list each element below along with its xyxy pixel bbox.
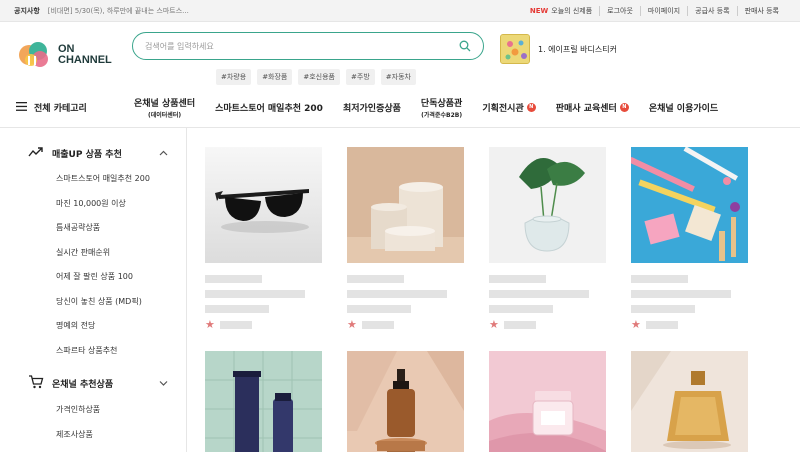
ranking-text: 1. 에이프릴 바디스티커 [538,44,617,54]
search-box [132,32,484,60]
product-card[interactable] [347,351,464,452]
star-icon: ★ [205,318,215,331]
logo-line2: CHANNEL [58,54,112,66]
product-image-cosmetic-tubes[interactable] [205,351,322,452]
product-image-perfume[interactable] [631,351,748,452]
product-price-placeholder [489,305,553,313]
new-badge: N [526,103,536,112]
search-tag[interactable]: #화장품 [257,69,293,85]
product-grid: ★ ★ ★ ★ [187,128,800,452]
product-image-dropper-bottle[interactable] [347,351,464,452]
sidebar-item[interactable]: 스파르타 상품추천 [56,345,186,370]
product-price-placeholder [631,305,695,313]
notice-text[interactable]: [비대면] 5/30(목), 하루만에 끝내는 스마트스... [48,6,189,16]
star-icon: ★ [347,318,357,331]
sidebar-item[interactable]: 스마트스토어 매일추천 200 [56,173,186,198]
product-rating: ★ [631,319,748,330]
nav-item-product-center[interactable]: 온채널 상품센터 (데이터센터) [134,96,195,119]
search-tag[interactable]: #호신용품 [298,69,341,85]
logo[interactable]: ON CHANNEL [16,40,132,70]
product-image-cream-jar[interactable] [489,351,606,452]
product-name-placeholder [205,275,262,283]
product-image-sunglasses[interactable] [205,147,322,263]
product-card[interactable] [489,351,606,452]
top-links: NEW 오늘의 신제품 로그아웃 마이페이지 공급사 등록 판매사 등록 [523,5,786,16]
mypage-link[interactable]: 마이페이지 [639,5,687,16]
product-card[interactable] [631,351,748,452]
logout-link[interactable]: 로그아웃 [599,5,640,16]
product-price-placeholder [205,305,269,313]
product-card[interactable] [205,351,322,452]
sidebar-item[interactable]: 틈새공략상품 [56,222,186,247]
sidebar-section-recommended[interactable]: 온채널 추천상품 [28,375,186,392]
product-price-placeholder [347,305,411,313]
product-name-placeholder [489,275,546,283]
search-input[interactable] [145,41,425,51]
nav-item-exhibition[interactable]: 기획전시관 N [482,101,536,114]
sidebar-item[interactable]: 당신이 놓친 상품 (MD픽) [56,296,186,321]
ranking-thumbnail [500,34,530,64]
product-name-placeholder [205,290,305,298]
sidebar-section-sales-up[interactable]: 매출UP 상품 추천 [28,146,186,161]
product-card[interactable]: ★ [205,147,322,330]
product-rating: ★ [347,319,464,330]
sidebar-item[interactable]: 가격인하상품 [56,404,186,429]
new-products-link[interactable]: NEW 오늘의 신제품 [523,6,599,16]
product-rating: ★ [205,319,322,330]
search-tags: #차량용 #화장품 #호신용품 #주방 #자동차 [216,69,484,85]
product-name-placeholder [347,275,404,283]
product-image-pedestals[interactable] [347,147,464,263]
search-tag[interactable]: #자동차 [380,69,416,85]
new-badge: N [619,103,629,112]
product-name-placeholder [347,290,447,298]
ranking-ticker[interactable]: 1. 에이프릴 바디스티커 [500,34,617,64]
sidebar-item[interactable]: 어제 잘 팔린 상품 100 [56,271,186,296]
main-content: 매출UP 상품 추천 스마트스토어 매일추천 200 마진 10,000원 이상… [0,128,800,452]
supplier-register-link[interactable]: 공급사 등록 [687,5,736,16]
sidebar-item[interactable]: 명예의 전당 [56,320,186,345]
nav-item-exclusive[interactable]: 단독상품관 (가격준수B2B) [421,96,462,119]
search-tag[interactable]: #주방 [346,69,375,85]
product-image-toothbrushes[interactable] [631,147,748,263]
product-name-placeholder [631,290,731,298]
nav-item-education[interactable]: 판매사 교육센터 N [556,101,629,114]
chevron-up-icon[interactable] [159,149,168,159]
product-rating: ★ [489,319,606,330]
product-name-placeholder [631,275,688,283]
main-nav: 전체 카테고리 온채널 상품센터 (데이터센터) 스마트스토어 매일추천 200 … [0,88,800,128]
product-image-plant-vase[interactable] [489,147,606,263]
all-categories-button[interactable]: 전체 카테고리 [16,101,134,114]
chevron-down-icon[interactable] [159,379,168,389]
nav-item-lowest-price[interactable]: 최저가인증상품 [343,101,401,114]
cart-icon [28,375,44,392]
search-tag[interactable]: #차량용 [216,69,252,85]
trend-up-icon [28,146,44,161]
sidebar-item[interactable]: 제조사상품 [56,429,186,452]
header: ON CHANNEL #차량용 #화장품 #호신용품 #주방 #자동차 [0,22,800,88]
logo-icon [16,40,52,70]
top-bar: 공지사항 [비대면] 5/30(목), 하루만에 끝내는 스마트스... NEW… [0,0,800,22]
star-icon: ★ [489,318,499,331]
product-card[interactable]: ★ [631,147,748,330]
search-icon[interactable] [459,37,471,56]
product-card[interactable]: ★ [489,147,606,330]
product-name-placeholder [489,290,589,298]
sidebar: 매출UP 상품 추천 스마트스토어 매일추천 200 마진 10,000원 이상… [0,128,187,452]
menu-icon [16,101,27,114]
star-icon: ★ [631,318,641,331]
sidebar-item[interactable]: 마진 10,000원 이상 [56,198,186,223]
notice-title[interactable]: 공지사항 [14,6,40,16]
seller-register-link[interactable]: 판매사 등록 [736,5,786,16]
nav-item-smartstore-200[interactable]: 스마트스토어 매일추천 200 [215,101,323,114]
sidebar-item[interactable]: 실시간 판매순위 [56,247,186,272]
product-card[interactable]: ★ [347,147,464,330]
nav-item-guide[interactable]: 온채널 이용가이드 [649,101,718,114]
new-badge: NEW [529,6,549,15]
